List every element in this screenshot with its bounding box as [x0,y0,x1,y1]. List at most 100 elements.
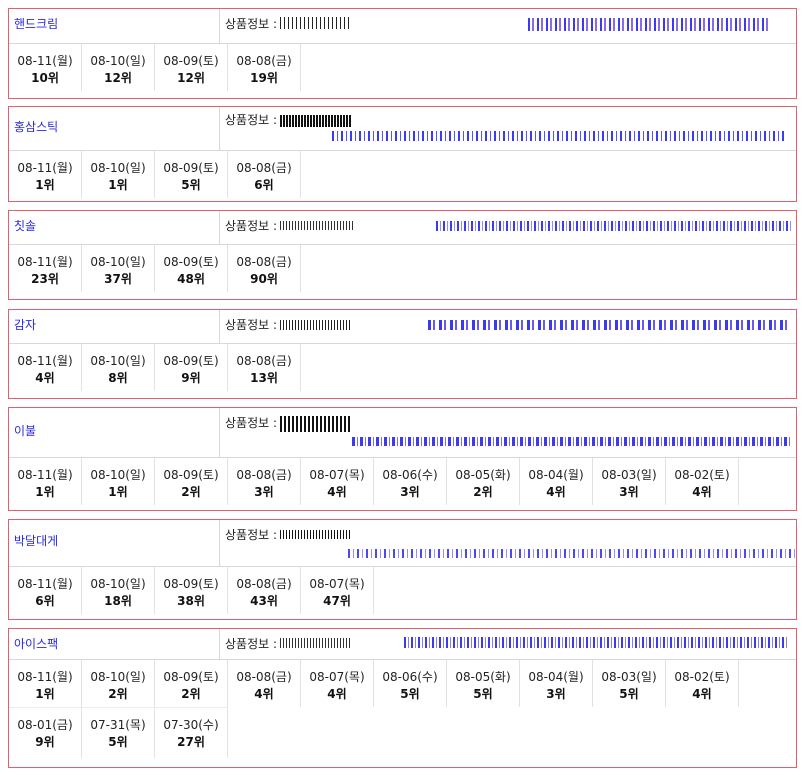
keyword-link[interactable]: 홍삼스틱 [14,107,58,147]
keyword-card: 칫솔 상품정보 : 08-11(월) 23위 08-10(일) 37위 08-09(… [8,210,797,300]
rank-value: 5위 [108,735,128,749]
product-info-label: 상품정보 : [225,318,278,332]
rank-cell[interactable]: 08-11(월) 1위 [9,458,82,505]
rank-cell[interactable]: 08-04(월) 4위 [520,458,593,505]
rank-date: 08-03(일) [601,468,657,482]
rank-value: 1위 [35,687,55,701]
rank-value: 5위 [619,687,639,701]
rank-value: 13위 [250,371,278,385]
product-info-label: 상품정보 : [225,113,278,127]
keyword-link[interactable]: 핸드크림 [14,9,58,39]
rank-cell[interactable]: 08-10(일) 18위 [82,567,155,614]
redacted-product-url [332,131,784,141]
keyword-link[interactable]: 아이스팩 [14,629,58,659]
rank-date: 08-11(월) [17,161,73,175]
rank-cell[interactable]: 08-08(금) 43위 [228,567,301,614]
rank-list: 08-11(월) 1위 08-10(일) 1위 08-09(토) 2위 08-08(금… [9,458,796,505]
rank-cell[interactable]: 08-05(화) 5위 [447,660,520,707]
rank-cell[interactable]: 08-08(금) 13위 [228,344,301,391]
rank-cell[interactable]: 08-11(월) 6위 [9,567,82,614]
rank-date: 08-09(토) [163,577,219,591]
rank-cell[interactable]: 07-30(수) 27위 [155,708,228,758]
product-info: 상품정보 : [219,520,796,566]
rank-value: 8위 [108,371,128,385]
redacted-product-url [428,320,790,330]
rank-cell[interactable]: 08-07(목) 4위 [301,458,374,505]
rank-value: 10위 [31,71,59,85]
rank-date: 08-09(토) [163,670,219,684]
rank-cell[interactable]: 08-08(금) 19위 [228,44,301,91]
keyword-card: 감자 상품정보 : 08-11(월) 4위 08-10(일) 8위 08-09(토)… [8,309,797,399]
rank-cell[interactable]: 08-10(일) 1위 [82,151,155,198]
redacted-product-url [436,221,792,231]
rank-value: 4위 [692,485,712,499]
rank-date: 08-11(월) [17,54,73,68]
keyword-card: 홍삼스틱 상품정보 : 08-11(월) 1위 08-10(일) 1위 08-09(… [8,106,797,202]
product-info-label: 상품정보 : [225,637,278,651]
rank-date: 08-11(월) [17,670,73,684]
redacted-product-name [280,17,352,29]
rank-date: 08-10(일) [90,468,146,482]
rank-cell[interactable]: 08-02(토) 4위 [666,660,739,707]
rank-cell[interactable]: 08-06(수) 3위 [374,458,447,505]
keyword-link[interactable]: 감자 [14,310,36,340]
redacted-product-name [280,530,352,539]
rank-cell[interactable]: 08-05(화) 2위 [447,458,520,505]
rank-cell[interactable]: 08-03(일) 3위 [593,458,666,505]
rank-cell[interactable]: 08-04(월) 3위 [520,660,593,707]
rank-date: 08-04(월) [528,468,584,482]
rank-value: 48위 [177,272,205,286]
rank-date: 08-09(토) [163,255,219,269]
rank-date: 08-05(화) [455,468,511,482]
rank-cell[interactable]: 08-10(일) 2위 [82,660,155,707]
rank-cell[interactable]: 08-08(금) 3위 [228,458,301,505]
rank-cell[interactable]: 08-10(일) 8위 [82,344,155,391]
rank-cell[interactable]: 08-09(토) 48위 [155,245,228,292]
rank-value: 9위 [35,735,55,749]
rank-cell[interactable]: 08-06(수) 5위 [374,660,447,707]
rank-cell[interactable]: 07-31(목) 5위 [82,708,155,758]
keyword-link[interactable]: 칫솔 [14,211,36,241]
rank-cell[interactable]: 08-11(월) 23위 [9,245,82,292]
card-header: 홍삼스틱 상품정보 : [9,107,796,151]
rank-date: 08-10(일) [90,255,146,269]
rank-date: 08-06(수) [382,468,438,482]
rank-date: 08-09(토) [163,468,219,482]
rank-list: 08-11(월) 6위 08-10(일) 18위 08-09(토) 38위 08-08… [9,567,796,614]
rank-cell[interactable]: 08-11(월) 1위 [9,151,82,198]
product-info-label: 상품정보 : [225,528,278,542]
rank-date: 08-09(토) [163,161,219,175]
rank-cell[interactable]: 08-11(월) 1위 [9,660,82,707]
keyword-link[interactable]: 박달대게 [14,520,58,562]
rank-date: 08-02(토) [674,468,730,482]
rank-cell[interactable]: 08-09(토) 12위 [155,44,228,91]
rank-cell[interactable]: 08-11(월) 4위 [9,344,82,391]
rank-cell[interactable]: 08-09(토) 2위 [155,458,228,505]
rank-date: 08-09(토) [163,54,219,68]
keyword-link[interactable]: 이불 [14,408,36,454]
rank-value: 90위 [250,272,278,286]
rank-cell[interactable]: 08-09(토) 5위 [155,151,228,198]
rank-value: 19위 [250,71,278,85]
rank-cell[interactable]: 08-09(토) 38위 [155,567,228,614]
rank-cell[interactable]: 08-07(목) 4위 [301,660,374,707]
rank-cell[interactable]: 08-08(금) 4위 [228,660,301,707]
rank-cell[interactable]: 08-01(금) 9위 [9,708,82,758]
rank-cell[interactable]: 08-09(토) 2위 [155,660,228,707]
rank-cell[interactable]: 08-02(토) 4위 [666,458,739,505]
rank-cell[interactable]: 08-10(일) 37위 [82,245,155,292]
rank-list: 08-11(월) 23위 08-10(일) 37위 08-09(토) 48위 08-0… [9,245,796,292]
rank-cell[interactable]: 08-03(일) 5위 [593,660,666,707]
redacted-product-name [280,115,352,127]
rank-cell[interactable]: 08-11(월) 10위 [9,44,82,91]
rank-cell[interactable]: 08-10(일) 1위 [82,458,155,505]
rank-date: 08-01(금) [17,718,73,732]
rank-date: 08-10(일) [90,354,146,368]
card-header: 핸드크림 상품정보 : [9,9,796,44]
rank-date: 08-10(일) [90,161,146,175]
rank-cell[interactable]: 08-10(일) 12위 [82,44,155,91]
rank-cell[interactable]: 08-07(목) 47위 [301,567,374,614]
rank-cell[interactable]: 08-08(금) 6위 [228,151,301,198]
rank-cell[interactable]: 08-08(금) 90위 [228,245,301,292]
rank-cell[interactable]: 08-09(토) 9위 [155,344,228,391]
